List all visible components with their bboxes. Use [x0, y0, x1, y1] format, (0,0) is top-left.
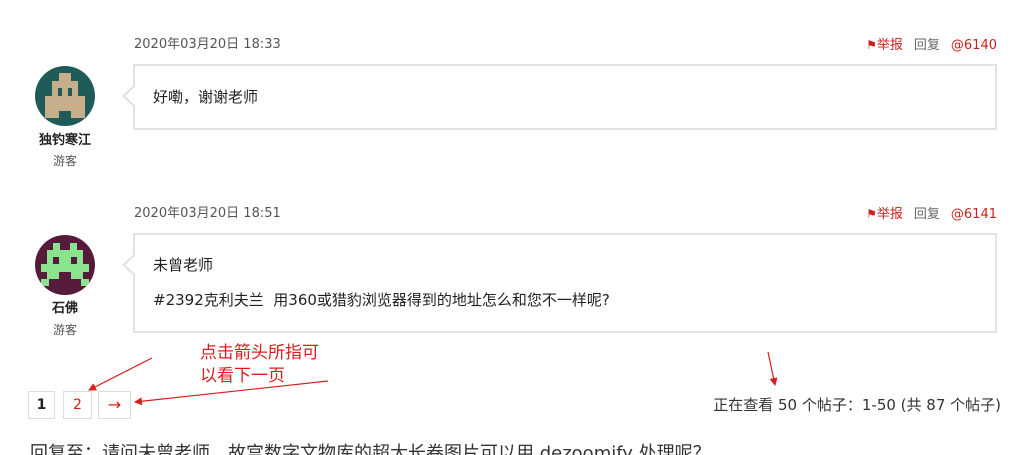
- avatar-pixel: [52, 88, 58, 96]
- post-permalink[interactable]: @6141: [951, 207, 997, 222]
- avatar-pixel: [45, 111, 59, 118]
- annotation-text-line-2: 以看下一页: [200, 366, 285, 386]
- report-link[interactable]: 举报: [866, 38, 903, 53]
- author-name[interactable]: 独钓寒江: [15, 133, 115, 149]
- avatar-pixel: [59, 73, 71, 81]
- avatar-pixel: [41, 264, 89, 272]
- avatar-pixel: [71, 272, 83, 279]
- next-page-button[interactable]: →: [98, 391, 131, 419]
- post-permalink[interactable]: @6140: [951, 38, 997, 53]
- post-actions: 举报回复 @6140: [855, 36, 997, 55]
- flag-icon: [866, 207, 877, 222]
- reply-content-box: 好嘞，谢谢老师: [122, 64, 997, 130]
- author-role: 游客: [52, 323, 77, 337]
- identicon-avatar-icon: [35, 235, 95, 295]
- author-role: 游客: [52, 154, 77, 168]
- reply-text-line: 好嘞，谢谢老师: [153, 88, 259, 106]
- reply-meta: 2020年03月20日 18:51 举报回复 @6141: [134, 205, 997, 223]
- reply-content-box: 未曾老师 #2392克利夫兰 用360或猎豹浏览器得到的地址怎么和您不一样呢?: [122, 233, 997, 333]
- reply-text-line: #2392克利夫兰 用360或猎豹浏览器得到的地址怎么和您不一样呢?: [153, 291, 610, 309]
- avatar-pixel: [53, 243, 60, 250]
- avatar-pixel: [62, 88, 68, 96]
- avatar[interactable]: [35, 66, 95, 126]
- avatar-pixel: [45, 96, 85, 103]
- reply-link[interactable]: 回复: [914, 38, 940, 53]
- reply-form-heading: 回复至：请问未曾老师，故宫数字文物库的超大长卷图片可以用 dezoomify 处…: [30, 443, 711, 455]
- author-name[interactable]: 石佛: [15, 301, 115, 317]
- avatar-pixel: [77, 257, 83, 264]
- avatar-pixel: [47, 250, 83, 257]
- avatar-pixel: [41, 279, 49, 286]
- report-label: 举报: [876, 38, 903, 53]
- reply-link[interactable]: 回复: [914, 207, 940, 222]
- avatar-pixel: [81, 279, 89, 286]
- avatar-pixel: [70, 243, 77, 250]
- identicon-avatar-icon: [35, 66, 95, 126]
- report-link[interactable]: 举报: [866, 207, 903, 222]
- avatar-pixel: [52, 81, 78, 88]
- avatar-pixel: [72, 88, 78, 96]
- avatar-pixel: [71, 111, 85, 118]
- avatar-pixel: [59, 257, 71, 264]
- avatar-pixel: [45, 103, 85, 111]
- topic-replies-page: 2020年03月20日 18:33 举报回复@6140: [0, 0, 1032, 455]
- flag-icon: [866, 38, 877, 53]
- reply-meta: 2020年03月20日 18:33 举报回复 @6140: [134, 36, 997, 54]
- avatar-pixel: [47, 272, 59, 279]
- reply-text-line: 未曾老师: [153, 256, 214, 274]
- avatar[interactable]: [35, 235, 95, 295]
- post-date: 2020年03月20日 18:51: [134, 206, 281, 221]
- post-actions: 举报回复 @6141: [855, 205, 997, 224]
- post-date: 2020年03月20日 18:33: [134, 37, 281, 52]
- avatar-pixel: [47, 257, 53, 264]
- report-label: 举报: [876, 207, 903, 222]
- pagination-summary: 正在查看 50 个帖子：1-50 (共 87 个帖子): [713, 396, 1001, 414]
- reply-form-heading-clip: 回复至：请问未曾老师，故宫数字文物库的超大长卷图片可以用 dezoomify 处…: [30, 441, 1020, 455]
- page-2-link[interactable]: 2: [63, 391, 92, 419]
- page-1-current: 1: [28, 391, 55, 419]
- annotation-text-line-1: 点击箭头所指可: [200, 343, 319, 363]
- annotation-arrow-to-page-2: [88, 357, 153, 391]
- annotation-arrow-to-summary: [767, 351, 778, 386]
